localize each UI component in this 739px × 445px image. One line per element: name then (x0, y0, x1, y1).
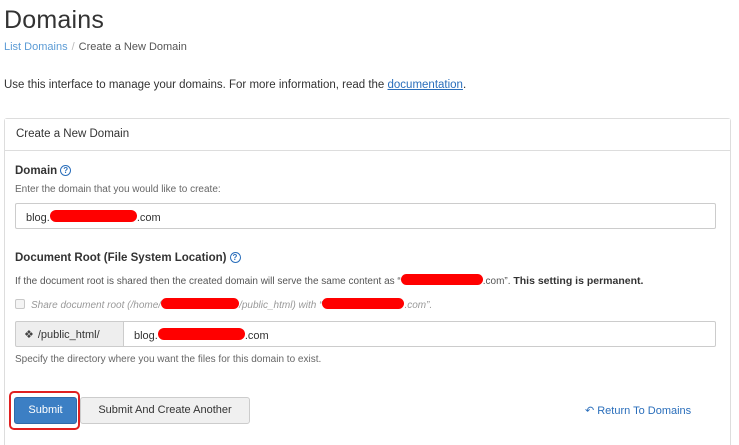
return-arrow-icon: ↶ (585, 405, 595, 417)
docroot-prefix-addon: ❖/public_html/ (15, 321, 124, 347)
domain-help-icon[interactable]: ? (60, 165, 72, 176)
home-icon: ❖ (24, 329, 34, 341)
intro-text: Use this interface to manage your domain… (4, 79, 467, 91)
submit-button[interactable]: Submit (14, 397, 77, 424)
docroot-help-icon[interactable]: ? (229, 252, 241, 263)
breadcrumb-current: Create a New Domain (78, 41, 187, 53)
redaction-mark (322, 298, 405, 309)
redaction-mark (161, 298, 240, 309)
return-to-domains-link[interactable]: ↶ Return To Domains (585, 404, 691, 417)
breadcrumb: List Domains / Create a New Domain (4, 41, 187, 53)
documentation-link[interactable]: documentation (388, 79, 463, 91)
docroot-footer-hint: Specify the directory where you want the… (15, 354, 322, 365)
share-docroot-checkbox[interactable] (15, 299, 25, 309)
submit-and-create-another-button[interactable]: Submit And Create Another (80, 397, 250, 424)
breadcrumb-separator: / (71, 41, 75, 53)
domain-label: Domain? (15, 165, 72, 177)
share-docroot-row: Share document root (/home//public_html)… (15, 298, 432, 311)
page-title: Domains (4, 6, 105, 34)
redaction-mark (49, 210, 137, 222)
domain-input[interactable]: blog. .com (15, 203, 716, 229)
docroot-input[interactable]: blog. .com (123, 321, 716, 347)
breadcrumb-list-domains-link[interactable]: List Domains (4, 41, 68, 53)
docroot-label: Document Root (File System Location)? (15, 252, 241, 264)
docroot-hint: If the document root is shared then the … (15, 274, 644, 287)
redaction-mark (157, 328, 245, 340)
domain-hint: Enter the domain that you would like to … (15, 184, 221, 195)
panel-heading: Create a New Domain (5, 119, 730, 151)
redaction-mark (400, 274, 483, 285)
